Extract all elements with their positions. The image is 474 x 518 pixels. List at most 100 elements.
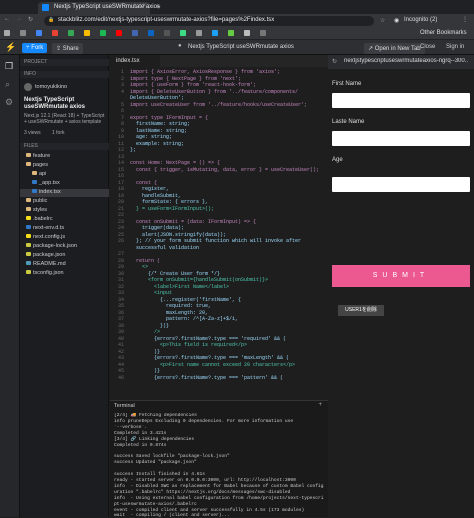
avatar [24, 83, 32, 91]
url-field[interactable]: 🔒 stackblitz.com/edit/nextjs-typescript-… [44, 16, 374, 26]
tab-close-icon[interactable]: × [142, 3, 146, 9]
bookmark-icon[interactable] [68, 30, 74, 36]
file-tree-item[interactable]: _app.tsx [20, 180, 109, 188]
file-tree-item[interactable]: public [20, 198, 109, 206]
file-tree-item[interactable]: api [20, 171, 109, 179]
search-icon[interactable]: ⌕ [5, 79, 10, 90]
file-tree-item[interactable]: next-env.d.ts [20, 225, 109, 233]
line-number: 26 [117, 238, 124, 244]
code-text: <form onSubmit={handleSubmit(onSubmit)}> [130, 277, 269, 283]
first-name-label: First Name [332, 81, 362, 87]
star-icon[interactable]: ☆ [380, 17, 385, 24]
preview-bar: ↻ nextjstypescriptuseswrmutateaxios-ngrq… [328, 55, 474, 69]
file-name: tsconfig.json [33, 270, 64, 276]
file-icon [26, 162, 31, 166]
code-text: <p>This field is required</p> [130, 342, 248, 348]
bookmark-icon[interactable] [20, 30, 26, 36]
file-tree-item[interactable]: pages [20, 162, 109, 170]
file-tree-item[interactable]: styles [20, 207, 109, 215]
last-name-label: Laste Name [332, 119, 365, 125]
file-tree-item[interactable]: package-lock.json [20, 243, 109, 251]
bookmark-icon[interactable] [164, 30, 170, 36]
file-tree-item[interactable]: feature [20, 153, 109, 161]
sidebar: PROJECT INFO tomoyukikino Nextjs TypeScr… [20, 55, 109, 517]
other-bookmarks[interactable]: Other Bookmarks [420, 30, 467, 36]
settings-icon[interactable]: ⚙ [5, 97, 13, 108]
add-terminal-icon[interactable]: + [318, 402, 322, 408]
code-text: }; [130, 147, 137, 153]
file-icon [26, 261, 31, 265]
delete-user-button[interactable]: USER1を削除 [338, 305, 384, 316]
sign-in-button[interactable]: Sign in [446, 44, 464, 50]
username[interactable]: tomoyukikino [35, 84, 67, 90]
bookmark-icon[interactable] [52, 30, 58, 36]
project-name: Nextjs TypeScript useSWRmutate axios [24, 97, 86, 110]
age-label: Age [332, 157, 343, 163]
last-name-input[interactable] [332, 131, 470, 146]
menu-icon[interactable]: ⋮ [462, 16, 468, 23]
stackblitz-logo-icon[interactable]: ⚡ [5, 42, 16, 53]
bookmark-icon[interactable] [36, 30, 42, 36]
first-name-input[interactable] [332, 93, 470, 108]
file-tree-item[interactable]: package.json [20, 252, 109, 260]
bookmark-icon[interactable] [116, 30, 122, 36]
editor-tabs: index.tsx [110, 55, 328, 67]
bookmark-icon[interactable] [260, 30, 266, 36]
close-button[interactable]: Close [420, 44, 435, 50]
code-line: 5 import useCreateUser from '../feature/h… [110, 102, 328, 109]
code-text: import { AxiosError, AxiosResponse } fro… [130, 69, 281, 75]
code-text: trigger(data); [130, 225, 185, 231]
file-name: next.config.js [33, 234, 66, 240]
code-text: import { DeleteUserButton } from '../fea… [130, 88, 299, 95]
apps-icon[interactable] [4, 30, 10, 36]
submit-button[interactable]: SUBMIT [332, 265, 470, 287]
bookmarks-bar: Other Bookmarks [0, 28, 474, 40]
bookmark-icon[interactable] [196, 30, 202, 36]
file-icon [26, 216, 31, 220]
code-text: <input [130, 290, 173, 296]
bookmark-icon[interactable] [100, 30, 106, 36]
code-area[interactable]: 1 import { AxiosError, AxiosResponse } fr… [110, 69, 328, 399]
code-text: }; // your form submit function which wi… [130, 238, 302, 244]
preview-reload-icon[interactable]: ↻ [332, 58, 337, 65]
file-icon [26, 234, 31, 238]
file-tree-item[interactable]: .babelrc [20, 216, 109, 224]
new-tab-icon[interactable]: + [156, 2, 161, 11]
bookmark-icon[interactable] [228, 30, 234, 36]
reload-icon[interactable]: ↻ [28, 16, 33, 23]
open-new-tab-button[interactable]: ↗ Open in New Tab [364, 43, 425, 54]
forward-icon[interactable]: → [16, 16, 22, 22]
back-icon[interactable]: ← [4, 16, 10, 22]
file-icon [26, 243, 31, 247]
file-icon [26, 270, 31, 274]
share-button[interactable]: ⇪ Share [52, 43, 83, 54]
project-header: PROJECT [20, 59, 109, 66]
browser-tab[interactable]: Nextjs TypeScript useSWRmutate axios × [38, 2, 160, 14]
age-input[interactable] [332, 177, 470, 192]
file-tree-item[interactable]: index.tsx [20, 189, 109, 197]
bookmark-icon[interactable] [244, 30, 250, 36]
code-text: {...register('firstName', { [130, 296, 242, 303]
file-name: package-lock.json [33, 243, 78, 249]
terminal-title[interactable]: Terminal [110, 401, 328, 409]
file-tree-item[interactable]: next.config.js [20, 234, 109, 242]
file-name: index.tsx [39, 189, 61, 195]
file-tree-item[interactable]: tsconfig.json [20, 270, 109, 278]
files-header[interactable]: FILES [20, 143, 109, 150]
file-tree-item[interactable]: README.md [20, 261, 109, 269]
code-text: } = useForm<IFormInput>(); [130, 205, 215, 212]
bookmark-icon[interactable] [180, 30, 186, 36]
bookmark-icon[interactable] [148, 30, 154, 36]
editor-tab-index[interactable]: index.tsx [110, 55, 160, 67]
bookmark-icon[interactable] [132, 30, 138, 36]
files-icon[interactable]: ❐ [5, 61, 13, 72]
stackblitz-toolbar: ⚡ ⑂ Fork ⇪ Share ● Nextjs TypeScript use… [0, 40, 474, 55]
bookmark-icon[interactable] [212, 30, 218, 36]
url-text: stackblitz.com/edit/nextjs-typescript-us… [58, 17, 275, 23]
bookmark-icon[interactable] [84, 30, 90, 36]
profile-label[interactable]: Incognito (2) [404, 17, 437, 23]
stackblitz-favicon-icon [42, 4, 49, 11]
fork-button[interactable]: ⑂ Fork [22, 43, 48, 53]
info-header[interactable]: INFO [20, 71, 109, 78]
preview-url[interactable]: nextjstypescriptuseswrmutateaxios-ngrq--… [342, 58, 468, 66]
